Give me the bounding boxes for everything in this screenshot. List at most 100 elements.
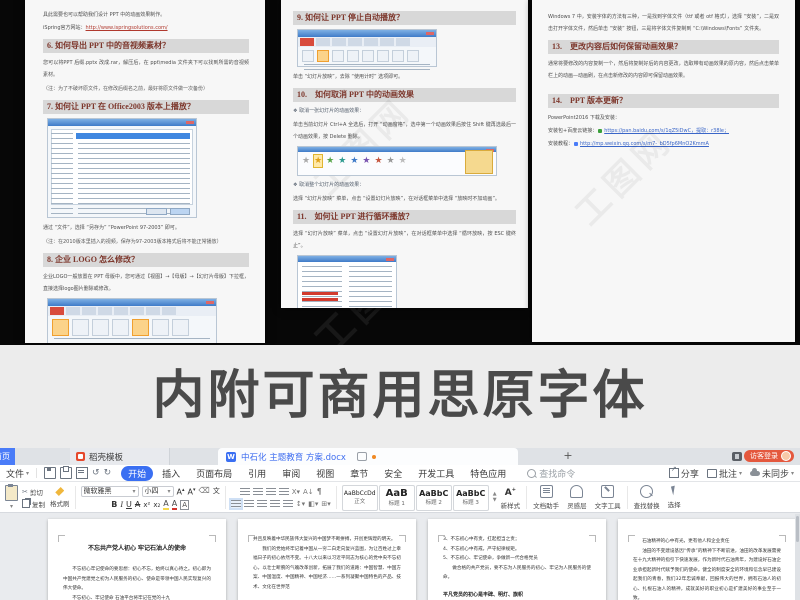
style-preset[interactable]: AaBbC 标题 3 [453, 485, 489, 511]
borders-icon[interactable]: ⊞▾ [321, 499, 330, 509]
faq-heading-7: 7. 如何让 PPT 在 Office2003 版本上播放？ [43, 100, 249, 114]
sync-status-button[interactable]: 未同步▾ [750, 467, 794, 480]
print-icon[interactable] [60, 467, 72, 479]
strikethrough-button[interactable]: A [135, 500, 140, 510]
align-left-icon[interactable] [231, 500, 241, 508]
docer-icon [76, 452, 85, 461]
doc-assistant-icon [540, 485, 553, 498]
format-painter-button[interactable]: 格式刷 [50, 487, 70, 508]
ribbon-tab[interactable]: 章节 [343, 466, 375, 481]
select-button[interactable]: 选择 [664, 483, 685, 512]
style-sample: AaBbC [456, 489, 485, 498]
message-badge-icon[interactable] [732, 452, 742, 461]
ribbon-tab[interactable]: 审阅 [275, 466, 307, 481]
paste-button[interactable]: ▾ [5, 485, 18, 510]
avatar [781, 451, 791, 461]
clear-format-button[interactable]: ⌫ [199, 486, 210, 496]
ribbon-tab[interactable]: 开始 [121, 466, 153, 481]
tab-docer-templates[interactable]: 稻壳模板 [70, 448, 170, 465]
tab-document-active[interactable]: W 中石化 主题教育 方案.docx [218, 448, 518, 465]
scissors-icon: ✂ [22, 488, 28, 496]
style-preset[interactable]: AaBbC 标题 2 [416, 485, 452, 511]
undo-icon[interactable]: ↺ [92, 468, 100, 478]
new-style-button[interactable]: A+ 新样式 [497, 483, 525, 512]
ribbon-tab[interactable]: 安全 [377, 466, 409, 481]
font-color-button[interactable]: A [172, 499, 177, 510]
character-border-button[interactable]: A [180, 500, 189, 510]
doc-page-4: 石油精神的心中有光，更有他人和企业责任油田的不变建设基因“传承”的精神下不断前进… [618, 519, 796, 600]
justify-icon[interactable] [270, 500, 280, 508]
screenshot-view-ribbon [47, 298, 217, 343]
underline-button[interactable]: U [126, 500, 132, 510]
faq-para-11: 选择 “幻灯片放映” 菜单，点击 “设置幻灯片放映”，在对话框菜单中选择 “循环… [293, 228, 516, 252]
decrease-indent-icon[interactable] [266, 488, 276, 496]
find-command-box[interactable]: 查找命令 [527, 467, 575, 480]
doc-paragraph: 油田的不变建设基因“传承”的精神下不断前进，油田的改革发展需要在十九大精神的指引… [633, 547, 781, 600]
save-icon[interactable] [44, 467, 56, 479]
subscript-button[interactable]: x₂ [153, 500, 160, 510]
redo-icon[interactable]: ↻ [104, 468, 112, 478]
share-button[interactable]: 分享 [669, 467, 699, 480]
bullets-icon[interactable] [240, 488, 250, 496]
align-right-icon[interactable] [257, 500, 267, 508]
ribbon-tab[interactable]: 开发工具 [411, 466, 461, 481]
highlight-color-button[interactable]: A [163, 499, 168, 510]
sort-icon[interactable]: A↓ [303, 487, 314, 497]
cut-button[interactable]: ✂剪切 [22, 487, 45, 497]
text-tool-button[interactable]: 文字工具 [591, 483, 625, 512]
text-direction-icon[interactable]: X▾ [292, 487, 300, 497]
comment-button[interactable]: 批注▾ [707, 467, 742, 480]
file-menu[interactable]: 文件 ▾ [6, 467, 29, 480]
grow-font-button[interactable]: A▴ [177, 485, 185, 498]
phonetic-guide-button[interactable]: 文 [213, 486, 220, 496]
baidu-pan-link[interactable]: https://pan.baidu.com/s/1qZ5iDwC，提取：r38l… [604, 128, 729, 134]
visitor-login-button[interactable]: 访客登录 [744, 450, 794, 462]
ribbon-tab[interactable]: 插入 [155, 466, 187, 481]
bold-button[interactable]: B [111, 500, 117, 510]
print-preview-icon[interactable] [76, 467, 88, 479]
numbering-icon[interactable] [253, 488, 263, 496]
faq-para-9: 单击 “幻灯片放映”，去除 “使用计时” 选项即可。 [293, 71, 516, 83]
font-name-combo[interactable]: 微软雅黑▾ [81, 486, 139, 497]
align-center-icon[interactable] [244, 500, 254, 508]
crop-mark [399, 535, 406, 542]
font-size-combo[interactable]: 小四▾ [142, 486, 174, 497]
writer-doc-icon: W [226, 452, 236, 462]
faq-para-fonts: Windows 7 中，安装字体的方法有三种，一是找到字体文件（ttf 或者 o… [548, 11, 779, 35]
ispring-link[interactable]: http://www.ispringsolutions.com/ [86, 25, 168, 31]
faq-preview-section: 工图网 工图网 工图网 具此需要也可以帮助我们设计 PPT 中的动画效果制作。 … [0, 0, 800, 345]
faq-heading-11: 11. 如何让 PPT 进行循环播放？ [293, 210, 516, 224]
shrink-font-button[interactable]: A▾ [188, 485, 196, 498]
doc-page-2: 并且反映着中华民族伟大复兴的中国梦不断拼搏，开创更辉煌的明天。 我们的党始终牢记… [238, 519, 416, 600]
ribbon-tab[interactable]: 特色应用 [463, 466, 513, 481]
copy-button[interactable]: 复制 [22, 499, 45, 509]
faq-heading-13: 13. 更改内容后如何保留动画效果？ [548, 40, 779, 54]
link-label: 安装包+百度云链接： [548, 128, 597, 134]
italic-button[interactable]: I [120, 500, 123, 510]
distribute-icon[interactable] [283, 500, 293, 508]
shading-icon[interactable]: ◧▾ [308, 499, 318, 509]
doc-assistant-button[interactable]: 文档助手 [529, 483, 563, 512]
increase-indent-icon[interactable] [279, 488, 289, 496]
inspiration-button[interactable]: 灵感层 [563, 483, 591, 512]
document-area[interactable]: 不忘共产党人初心 牢记石油人的使命 不忘初心牢记使命的要思想：初心不忘，始终以真… [0, 514, 800, 600]
doc-assistant-label: 文档助手 [533, 500, 559, 510]
menu-right-actions: 分享 批注▾ 未同步▾ [669, 467, 794, 480]
chevron-down-icon: ▾ [167, 488, 170, 495]
ribbon-tab[interactable]: 引用 [241, 466, 273, 481]
vertical-scrollbar[interactable] [795, 514, 800, 600]
superscript-button[interactable]: x² [143, 500, 150, 510]
style-preset[interactable]: AaBbCcDd 正文 [342, 485, 378, 511]
ribbon-tab[interactable]: 视图 [309, 466, 341, 481]
ribbon-tab[interactable]: 页面布局 [189, 466, 239, 481]
font-banner: 内附可商用思原字体 [0, 345, 800, 448]
tutorial-link[interactable]: http://mp.weixin.qq.com/s/m7-_bD5fp6MnO2… [580, 141, 709, 147]
faq-bullet-10b: ❖ 取消整个幻灯片的动画效果： [293, 180, 516, 191]
line-spacing-icon[interactable]: ↕▾ [296, 499, 305, 509]
show-marks-icon[interactable]: ¶ [317, 487, 322, 497]
tab-home[interactable]: 首页 [0, 448, 15, 465]
style-preset[interactable]: AaB 标题 1 [379, 485, 415, 511]
find-replace-button[interactable]: 查找替换 [630, 483, 664, 512]
new-tab-button[interactable]: + [560, 448, 576, 465]
format-painter-label: 格式刷 [50, 498, 70, 508]
